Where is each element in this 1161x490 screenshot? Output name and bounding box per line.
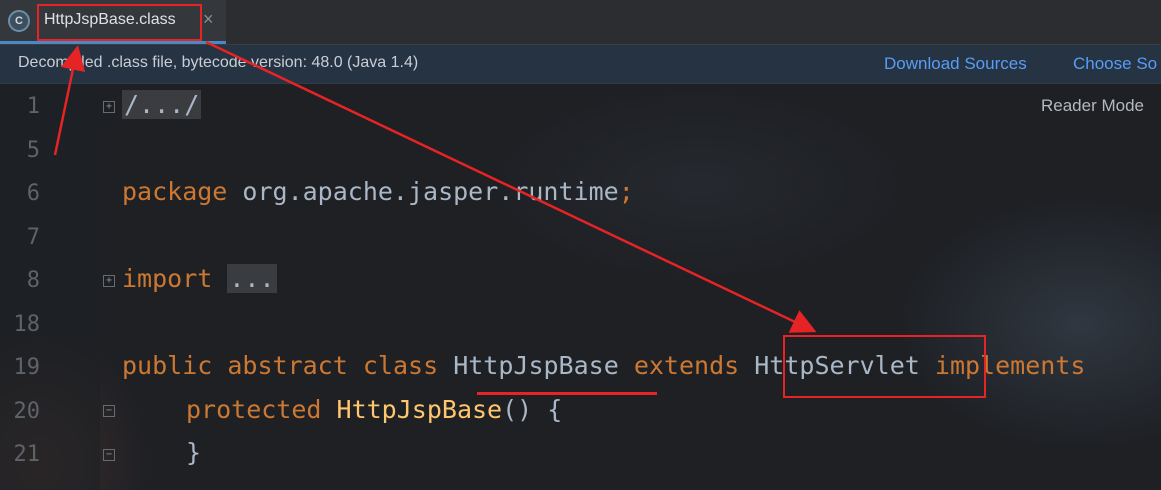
annotation-arrow-to-superclass bbox=[205, 40, 817, 333]
annotation-arrows bbox=[53, 40, 817, 333]
annotation-arrow-to-tab bbox=[53, 45, 86, 156]
